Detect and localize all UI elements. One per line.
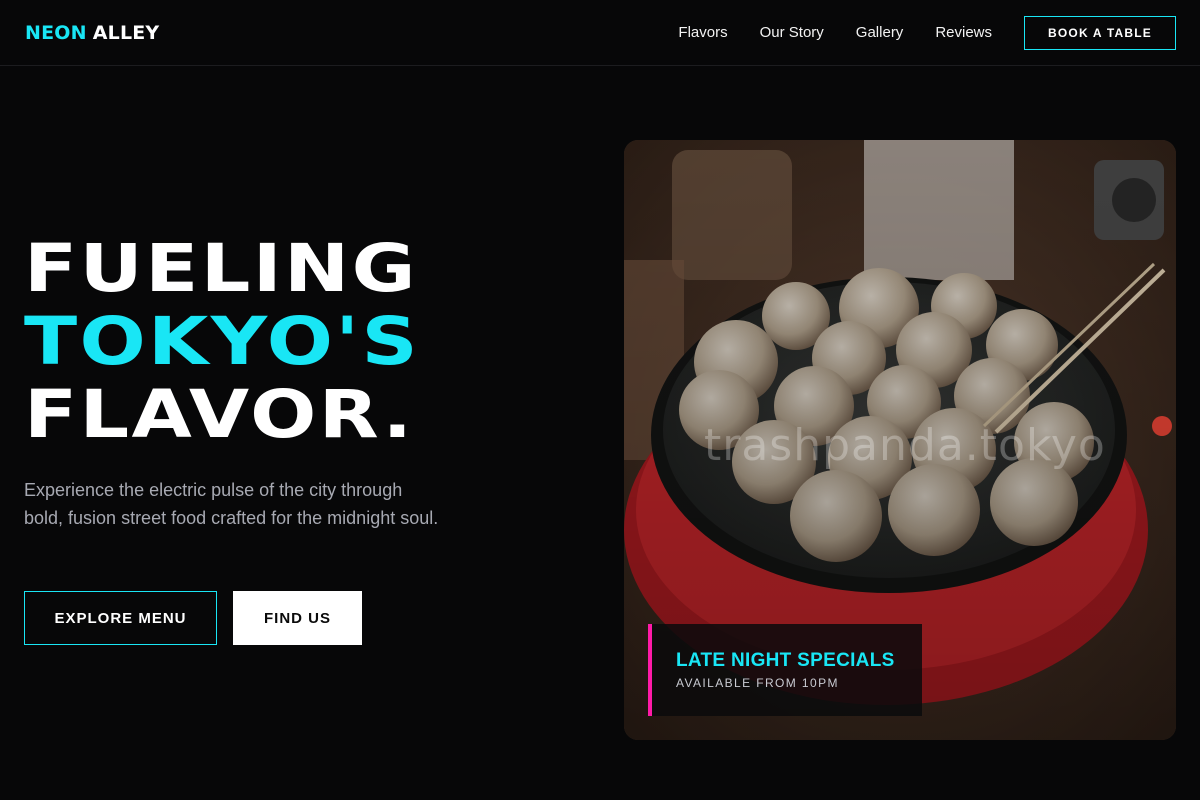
logo-word-neon: NEON <box>25 21 87 44</box>
nav-link-gallery[interactable]: Gallery <box>856 24 904 41</box>
top-nav: NEON ALLEY Flavors Our Story Gallery Rev… <box>0 0 1200 66</box>
headline-line-3: FLAVOR. <box>24 376 415 453</box>
find-us-button[interactable]: FIND US <box>233 591 362 645</box>
nav-link-our-story[interactable]: Our Story <box>760 24 824 41</box>
logo[interactable]: NEON ALLEY <box>25 22 159 44</box>
late-night-specials-card: LATE NIGHT SPECIALS AVAILABLE FROM 10PM <box>648 624 922 716</box>
hero-subtext: Experience the electric pulse of the cit… <box>24 480 439 528</box>
book-table-button[interactable]: BOOK A TABLE <box>1024 15 1176 50</box>
hero-buttons: EXPLORE MENU FIND US <box>24 591 362 645</box>
card-title: LATE NIGHT SPECIALS <box>676 650 895 671</box>
explore-menu-button[interactable]: EXPLORE MENU <box>24 591 217 645</box>
image-watermark: trashpanda.tokyo <box>704 420 1106 471</box>
logo-word-alley: ALLEY <box>92 21 160 44</box>
headline-line-1: FUELING <box>24 230 418 307</box>
nav-link-reviews[interactable]: Reviews <box>935 24 992 41</box>
headline-line-2: TOKYO'S <box>24 303 420 380</box>
nav-link-flavors[interactable]: Flavors <box>678 24 727 41</box>
card-subtitle: AVAILABLE FROM 10PM <box>676 676 839 690</box>
hero-headline: FUELING TOKYO'S FLAVOR. <box>24 232 420 451</box>
nav-menu: Flavors Our Story Gallery Reviews BOOK A… <box>678 15 1176 50</box>
hero-image: trashpanda.tokyo LATE NIGHT SPECIALS AVA… <box>624 140 1176 740</box>
